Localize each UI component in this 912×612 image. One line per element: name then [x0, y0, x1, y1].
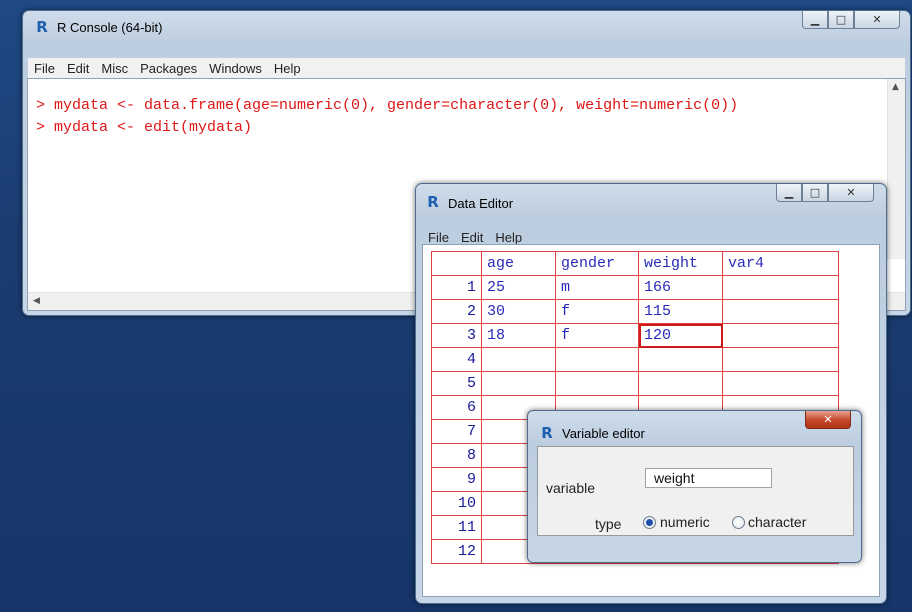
radio-character-label[interactable]: character: [748, 514, 806, 530]
close-icon[interactable]: ✕: [854, 11, 900, 29]
column-header[interactable]: weight: [638, 251, 723, 276]
minimize-icon[interactable]: ▁: [802, 11, 828, 29]
close-icon[interactable]: ✕: [828, 184, 874, 202]
r-logo-icon: R: [537, 425, 556, 441]
grid-cell[interactable]: f: [555, 299, 639, 324]
r-console-titlebar[interactable]: R R Console (64-bit) ▁ □ ✕: [23, 11, 910, 41]
grid-cell[interactable]: [722, 275, 839, 300]
variable-name-field[interactable]: weight: [645, 468, 772, 488]
grid-cell[interactable]: [638, 371, 723, 396]
r-logo-icon: R: [32, 19, 51, 35]
maximize-icon[interactable]: □: [828, 11, 854, 29]
scroll-up-icon[interactable]: ▲: [892, 82, 899, 92]
row-number: 1: [431, 275, 482, 300]
row-number: 3: [431, 323, 482, 348]
maximize-icon[interactable]: □: [802, 184, 828, 202]
data-editor-titlebar[interactable]: R Data Editor ▁ □ ✕: [416, 184, 886, 214]
menu-file[interactable]: File: [422, 230, 455, 245]
r-logo-icon: R: [423, 194, 442, 210]
row-number: 4: [431, 347, 482, 372]
column-header[interactable]: var4: [722, 251, 839, 276]
grid-cell[interactable]: [481, 371, 556, 396]
menu-packages[interactable]: Packages: [134, 61, 203, 76]
row-number: 2: [431, 299, 482, 324]
variable-editor-dialog[interactable]: R Variable editor ✕ variable weight type…: [527, 410, 862, 563]
radio-numeric[interactable]: [643, 516, 656, 529]
menu-file[interactable]: File: [28, 61, 61, 76]
grid-cell[interactable]: [481, 347, 556, 372]
row-number: 11: [431, 515, 482, 540]
column-header[interactable]: age: [481, 251, 556, 276]
row-number: 12: [431, 539, 482, 564]
console-menubar: File Edit Misc Packages Windows Help: [28, 58, 905, 79]
window-title: Data Editor: [448, 196, 514, 211]
table-row: 5: [431, 371, 839, 396]
minimize-icon[interactable]: ▁: [776, 184, 802, 202]
grid-cell[interactable]: 115: [638, 299, 723, 324]
menu-edit[interactable]: Edit: [455, 230, 489, 245]
dialog-title: Variable editor: [562, 426, 645, 441]
scroll-left-icon[interactable]: ◀: [33, 296, 40, 306]
row-number: 7: [431, 419, 482, 444]
console-line: > mydata <- edit(mydata): [36, 119, 253, 136]
variable-editor-body: variable weight type numeric character: [537, 446, 854, 536]
menu-edit[interactable]: Edit: [61, 61, 95, 76]
menu-help[interactable]: Help: [489, 230, 528, 245]
grid-cell[interactable]: [555, 347, 639, 372]
grid-cell[interactable]: m: [555, 275, 639, 300]
row-number: 8: [431, 443, 482, 468]
menu-help[interactable]: Help: [268, 61, 307, 76]
grid-cell[interactable]: [555, 371, 639, 396]
grid-cell[interactable]: [722, 299, 839, 324]
menu-windows[interactable]: Windows: [203, 61, 268, 76]
row-number: 6: [431, 395, 482, 420]
grid-cell[interactable]: [638, 347, 723, 372]
grid-cell[interactable]: 166: [638, 275, 723, 300]
radio-character[interactable]: [732, 516, 745, 529]
grid-cell[interactable]: 30: [481, 299, 556, 324]
table-row: 1 25 m 166: [431, 275, 839, 300]
grid-cell[interactable]: [722, 347, 839, 372]
grid-cell[interactable]: f: [555, 323, 639, 348]
radio-numeric-label[interactable]: numeric: [660, 514, 710, 530]
grid-cell[interactable]: 25: [481, 275, 556, 300]
close-icon[interactable]: ✕: [805, 411, 851, 429]
menu-misc[interactable]: Misc: [95, 61, 134, 76]
variable-editor-titlebar[interactable]: R Variable editor ✕: [528, 411, 861, 441]
table-row: 2 30 f 115: [431, 299, 839, 324]
table-row: 4: [431, 347, 839, 372]
row-number: 10: [431, 491, 482, 516]
window-title: R Console (64-bit): [57, 20, 163, 35]
grid-cell[interactable]: [722, 371, 839, 396]
console-line: > mydata <- data.frame(age=numeric(0), g…: [36, 97, 739, 114]
row-number: 5: [431, 371, 482, 396]
header-row: age gender weight var4: [431, 251, 839, 276]
selected-grid-cell[interactable]: 120: [638, 323, 723, 348]
column-header[interactable]: gender: [555, 251, 639, 276]
corner-cell: [431, 251, 482, 276]
variable-label: variable: [546, 480, 596, 496]
type-label: type: [595, 516, 622, 532]
vertical-scrollbar[interactable]: ▲: [887, 79, 905, 259]
row-number: 9: [431, 467, 482, 492]
grid-cell[interactable]: [722, 323, 839, 348]
table-row: 3 18 f 120: [431, 323, 839, 348]
grid-cell[interactable]: 18: [481, 323, 556, 348]
